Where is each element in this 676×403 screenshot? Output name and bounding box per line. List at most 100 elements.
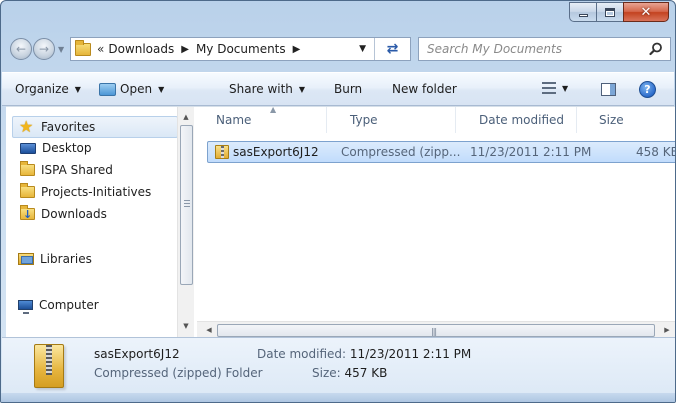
folder-icon [75, 39, 91, 56]
scroll-up-icon[interactable]: ▲ [178, 109, 194, 125]
search-input[interactable]: Search My Documents [427, 42, 646, 56]
change-view-button[interactable]: ▼ [542, 82, 568, 94]
scrollbar-thumb[interactable]: ||| [217, 324, 655, 337]
column-header-date-modified[interactable]: Date modified [459, 107, 577, 133]
nav-item-downloads[interactable]: Downloads [20, 205, 107, 221]
breadcrumb-downloads[interactable]: Downloads [108, 42, 174, 56]
new-folder-label: New folder [392, 82, 457, 96]
sort-ascending-icon: ▲ [270, 107, 277, 114]
table-row[interactable]: sasExport6J12 Compressed (zipp... 11/23/… [207, 141, 675, 163]
details-date-value: 11/23/2011 2:11 PM [349, 347, 472, 361]
scroll-left-icon[interactable]: ◀ [201, 322, 217, 338]
breadcrumb-overflow[interactable]: « [97, 42, 104, 56]
organize-button[interactable]: Organize ▼ [15, 82, 81, 96]
nav-libraries-label: Libraries [40, 252, 92, 266]
column-header-size[interactable]: Size [579, 107, 675, 133]
organize-label: Organize [15, 82, 69, 96]
nav-pane-scrollbar[interactable]: ▲ ▼ [177, 107, 194, 338]
downloads-icon [20, 205, 35, 221]
back-button[interactable]: ← [10, 38, 32, 60]
navigation-pane: ★ Favorites Desktop ISPA Shared Projects… [6, 107, 194, 338]
open-button[interactable]: Open ▼ [99, 82, 164, 96]
file-type: Compressed (zipp... [341, 145, 461, 159]
caption-buttons: ✕ [569, 2, 669, 22]
nav-item-label: Desktop [42, 141, 92, 155]
refresh-button[interactable]: ⇄ [374, 38, 410, 60]
share-with-button[interactable]: Share with ▼ [229, 82, 305, 96]
recent-pages-dropdown[interactable]: ▼ [58, 45, 64, 54]
search-icon[interactable] [646, 39, 666, 59]
maximize-icon [605, 7, 615, 17]
column-header-label: Date modified [479, 113, 565, 127]
search-box[interactable]: Search My Documents [418, 37, 671, 61]
explorer-window: ✕ ← → ▼ « Downloads ▶ My Documents ▶ ▼ ⇄… [0, 0, 676, 403]
help-button[interactable]: ? [639, 81, 656, 98]
file-list: ▲ Name Type Date modified Size sasExport… [196, 107, 675, 338]
refresh-icon: ⇄ [386, 41, 399, 57]
share-with-label: Share with [229, 82, 293, 96]
command-bar: Organize ▼ Open ▼ Share with ▼ Burn New fol… [2, 72, 674, 106]
chevron-down-icon: ▼ [74, 84, 81, 94]
nav-favorites[interactable]: ★ Favorites [12, 116, 178, 138]
column-header-label: Size [599, 113, 624, 127]
nav-computer-label: Computer [39, 298, 99, 312]
folder-icon [20, 183, 35, 198]
column-header-name[interactable]: ▲ Name [196, 107, 327, 133]
preview-pane-button[interactable] [601, 83, 616, 96]
open-icon [99, 82, 116, 96]
nav-item-label: ISPA Shared [41, 163, 113, 177]
column-header-type[interactable]: Type [330, 107, 456, 133]
file-date-modified: 11/23/2011 2:11 PM [470, 145, 592, 159]
minimize-button[interactable] [569, 2, 596, 22]
nav-item-ispa-shared[interactable]: ISPA Shared [20, 161, 113, 177]
file-size: 458 KB [636, 145, 675, 159]
details-name: sasExport6J12 [94, 347, 180, 361]
details-type: Compressed (zipped) Folder [94, 366, 263, 380]
desktop-icon [20, 142, 36, 154]
close-button[interactable]: ✕ [623, 2, 669, 22]
burn-button[interactable]: Burn [334, 82, 362, 96]
open-label: Open [120, 82, 153, 96]
breadcrumb-separator-icon[interactable]: ▶ [293, 44, 301, 55]
nav-item-label: Downloads [41, 207, 107, 221]
zip-folder-icon [215, 145, 229, 159]
computer-icon [18, 300, 33, 314]
column-header-label: Type [350, 113, 378, 127]
maximize-button[interactable] [596, 2, 623, 22]
details-date-label: Date modified: [257, 347, 347, 361]
details-pane: sasExport6J12 Compressed (zipped) Folder… [2, 337, 675, 394]
folder-icon [20, 161, 35, 176]
zip-folder-icon [34, 344, 64, 388]
forward-arrow-icon: → [38, 42, 50, 56]
burn-label: Burn [334, 82, 363, 96]
column-header-label: Name [216, 113, 252, 127]
navigation-bar: ← → ▼ « Downloads ▶ My Documents ▶ ▼ ⇄ S… [1, 35, 675, 65]
view-list-icon [542, 82, 556, 94]
breadcrumb-separator-icon[interactable]: ▶ [181, 44, 189, 55]
minimize-icon [578, 13, 588, 17]
nav-item-desktop[interactable]: Desktop [20, 141, 92, 155]
nav-item-projects-initiatives[interactable]: Projects-Initiatives [20, 183, 152, 199]
details-date-modified: Date modified: 11/23/2011 2:11 PM [257, 347, 471, 361]
chevron-down-icon: ▼ [158, 84, 165, 94]
new-folder-button[interactable]: New folder [392, 82, 457, 96]
close-icon: ✕ [640, 4, 652, 20]
address-bar[interactable]: « Downloads ▶ My Documents ▶ ▼ ⇄ [70, 37, 411, 61]
nav-computer[interactable]: Computer [18, 298, 99, 314]
window-bottom-border [1, 393, 675, 402]
breadcrumb-my-documents[interactable]: My Documents [196, 42, 286, 56]
address-dropdown-icon[interactable]: ▼ [359, 44, 366, 54]
file-name: sasExport6J12 [233, 145, 319, 159]
file-list-scrollbar[interactable]: ◀ ||| ▶ [197, 321, 675, 338]
forward-button[interactable]: → [33, 38, 55, 60]
scroll-right-icon[interactable]: ▶ [659, 322, 675, 338]
details-size-value: 457 KB [344, 366, 388, 380]
grip-icon: ||| [431, 327, 437, 336]
grip-icon [184, 200, 190, 207]
scroll-down-icon[interactable]: ▼ [178, 318, 194, 334]
nav-libraries[interactable]: Libraries [18, 252, 92, 266]
scrollbar-thumb[interactable] [180, 125, 193, 285]
nav-item-label: Projects-Initiatives [41, 185, 152, 199]
star-icon: ★ [19, 117, 34, 136]
libraries-icon [18, 253, 34, 265]
